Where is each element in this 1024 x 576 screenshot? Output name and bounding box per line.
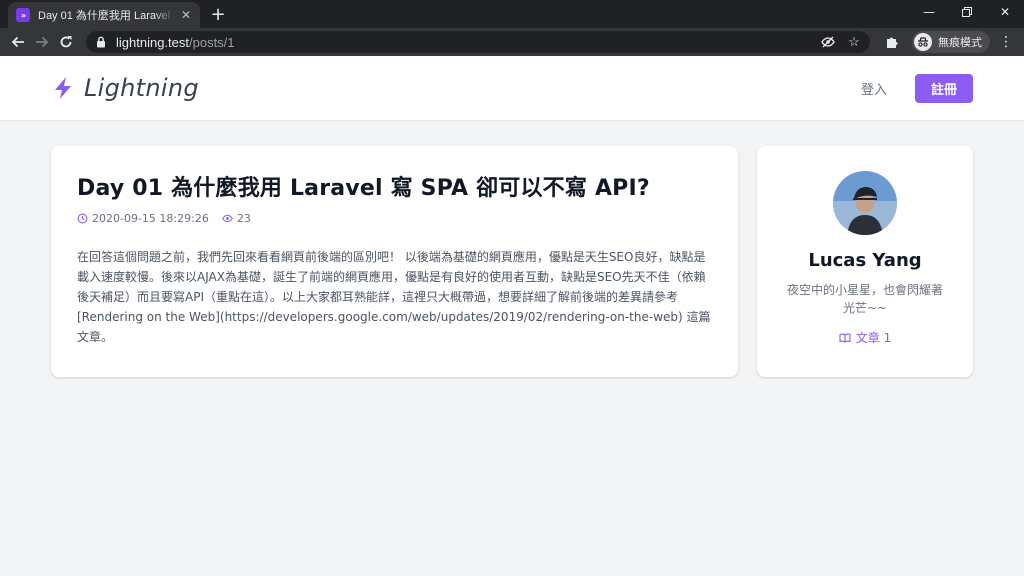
url-host: lightning.test	[116, 34, 189, 50]
clock-icon	[77, 213, 88, 224]
incognito-label: 無痕模式	[938, 36, 982, 49]
restore-icon[interactable]	[948, 0, 986, 24]
site-header: Lightning 登入 註冊	[0, 56, 1024, 121]
author-name: Lucas Yang	[808, 250, 922, 271]
book-open-icon	[839, 332, 851, 343]
back-arrow-icon[interactable]	[6, 30, 30, 54]
lightning-bolt-icon	[55, 77, 71, 99]
post-card: Day 01 為什麼我用 Laravel 寫 SPA 卻可以不寫 API? 20…	[51, 146, 738, 377]
close-window-icon[interactable]: ✕	[986, 0, 1024, 24]
main-content: Day 01 為什麼我用 Laravel 寫 SPA 卻可以不寫 API? 20…	[0, 121, 1024, 377]
post-views: 23	[236, 212, 251, 225]
forward-arrow-icon[interactable]	[30, 30, 54, 54]
post-date: 2020-09-15 18:29:26	[92, 212, 209, 225]
incognito-icon	[914, 33, 932, 51]
post-title: Day 01 為什麼我用 Laravel 寫 SPA 卻可以不寫 API?	[77, 176, 650, 201]
browser-tab[interactable]: » Day 01 為什麼我用 Laravel 寫 SPA 卻可以不寫 API? …	[8, 2, 200, 28]
url-path: /posts/1	[189, 34, 235, 50]
star-bookmark-icon[interactable]: ☆	[846, 34, 862, 50]
eye-off-icon[interactable]	[820, 34, 836, 50]
tab-close-icon[interactable]: ✕	[178, 7, 194, 23]
incognito-profile-button[interactable]: 無痕模式	[912, 31, 990, 53]
extensions-puzzle-icon[interactable]	[880, 30, 904, 54]
register-button[interactable]: 註冊	[915, 73, 973, 103]
author-posts-link[interactable]: 文章 1	[839, 329, 891, 346]
eye-icon	[221, 214, 233, 223]
lock-icon[interactable]	[94, 35, 108, 49]
minimize-icon[interactable]: —	[910, 0, 948, 24]
post-meta: 2020-09-15 18:29:26 23	[77, 212, 712, 225]
avatar[interactable]	[833, 171, 897, 235]
tab-title: Day 01 為什麼我用 Laravel 寫 SPA 卻可以不寫 API?	[38, 10, 174, 22]
author-posts-label: 文章 1	[855, 331, 892, 345]
reload-icon[interactable]	[54, 30, 78, 54]
browser-toolbar: lightning.test/posts/1 ☆ 無痕模式 ⋮	[0, 28, 1024, 56]
post-body: 在回答這個問題之前，我們先回來看看網頁前後端的區別吧！ 以後端為基礎的網頁應用，…	[77, 250, 711, 344]
author-bio: 夜空中的小星星，也會閃耀著光芒~~	[786, 283, 943, 315]
new-tab-icon[interactable]: +	[206, 2, 230, 26]
site-favicon-icon: »	[16, 8, 30, 22]
window-controls: — ✕	[910, 0, 1024, 24]
author-card: Lucas Yang 夜空中的小星星，也會閃耀著光芒~~ 文章 1	[757, 146, 973, 377]
kebab-menu-icon[interactable]: ⋮	[994, 34, 1018, 50]
brand-name: Lightning	[84, 74, 199, 102]
brand-logo[interactable]: Lightning	[52, 74, 199, 102]
login-link[interactable]: 登入	[861, 79, 887, 98]
browser-tabstrip: » Day 01 為什麼我用 Laravel 寫 SPA 卻可以不寫 API? …	[0, 0, 1024, 28]
address-bar[interactable]: lightning.test/posts/1 ☆	[86, 31, 870, 53]
